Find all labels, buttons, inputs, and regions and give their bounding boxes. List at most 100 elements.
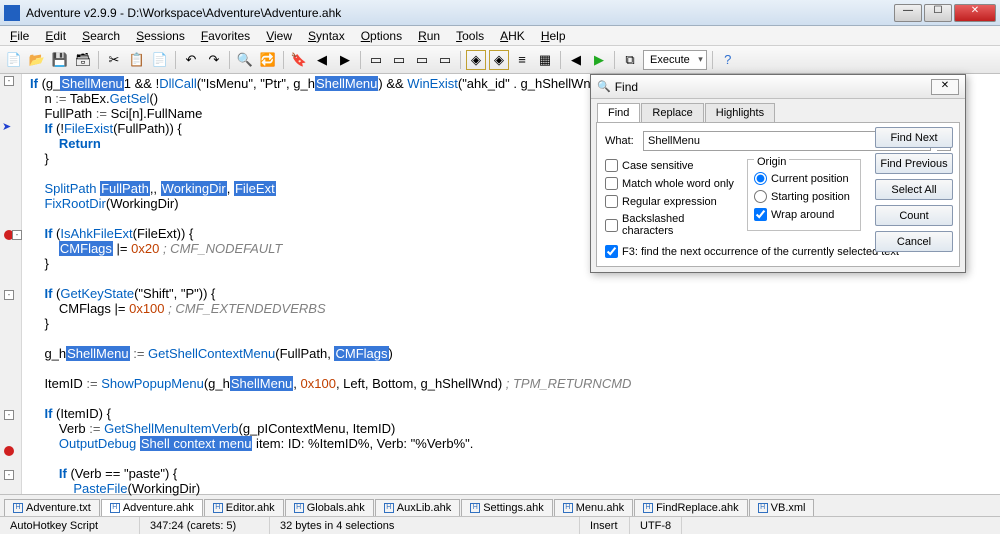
breakpoint-icon[interactable] [4, 446, 14, 456]
find-tab-find[interactable]: Find [597, 103, 640, 122]
replace-icon[interactable]: 🔁 [258, 50, 278, 70]
count-button[interactable]: Count [875, 205, 953, 226]
origin-label: Origin [754, 156, 789, 168]
fold-marker[interactable]: - [4, 410, 14, 420]
opt1-icon[interactable]: ◈ [466, 50, 486, 70]
save-icon[interactable]: 💾 [50, 50, 70, 70]
cancel-button[interactable]: Cancel [875, 231, 953, 252]
opt2-icon[interactable]: ◈ [489, 50, 509, 70]
file-icon: H [13, 503, 23, 513]
execute-combo[interactable]: Execute [643, 50, 707, 70]
open-icon[interactable]: 📂 [27, 50, 47, 70]
doc-tab[interactable]: HAuxLib.ahk [375, 499, 460, 516]
wrap-around-checkbox[interactable]: Wrap around [754, 208, 854, 221]
find-tab-highlights[interactable]: Highlights [705, 103, 775, 122]
new-file-icon[interactable]: 📄 [4, 50, 24, 70]
backslash-checkbox[interactable]: Backslashed characters [605, 213, 737, 237]
starting-position-radio[interactable]: Starting position [754, 190, 854, 203]
file-icon: H [563, 503, 573, 513]
statusbar: AutoHotkey Script 347:24 (carets: 5) 32 … [0, 516, 1000, 534]
cut-icon[interactable]: ✂ [104, 50, 124, 70]
opt4-icon[interactable]: ▦ [535, 50, 555, 70]
status-position: 347:24 (carets: 5) [140, 517, 270, 534]
menu-sessions[interactable]: Sessions [128, 27, 193, 45]
fold-marker[interactable]: - [4, 76, 14, 86]
undo-icon[interactable]: ↶ [181, 50, 201, 70]
menu-favorites[interactable]: Favorites [193, 27, 258, 45]
menu-syntax[interactable]: Syntax [300, 27, 353, 45]
current-position-radio[interactable]: Current position [754, 172, 854, 185]
find-next-button[interactable]: Find Next [875, 127, 953, 148]
marker-arrow-icon: ➤ [2, 120, 11, 133]
select-all-button[interactable]: Select All [875, 179, 953, 200]
separator [712, 51, 713, 69]
minimize-button[interactable]: — [894, 4, 922, 22]
file-icon: H [758, 503, 768, 513]
fold-marker[interactable]: - [12, 230, 22, 240]
panel2-icon[interactable]: ▭ [389, 50, 409, 70]
app-icon [4, 5, 20, 21]
what-label: What: [605, 135, 637, 147]
run-icon[interactable]: ▶ [589, 50, 609, 70]
find-icon: 🔍 [597, 80, 611, 93]
menu-help[interactable]: Help [533, 27, 574, 45]
execute-icon[interactable]: ⧉ [620, 50, 640, 70]
find-previous-button[interactable]: Find Previous [875, 153, 953, 174]
gutter[interactable]: - ➤ - - - - [0, 74, 22, 494]
menu-tools[interactable]: Tools [448, 27, 492, 45]
find-buttons: Find Next Find Previous Select All Count… [875, 127, 953, 252]
doc-tab[interactable]: HFindReplace.ahk [634, 499, 748, 516]
file-icon: H [470, 503, 480, 513]
opt3-icon[interactable]: ≡ [512, 50, 532, 70]
separator [98, 51, 99, 69]
panel4-icon[interactable]: ▭ [435, 50, 455, 70]
menu-search[interactable]: Search [74, 27, 128, 45]
help-icon[interactable]: ? [718, 50, 738, 70]
toolbar: 📄 📂 💾 🗃 ✂ 📋 📄 ↶ ↷ 🔍 🔁 🔖 ◀ ▶ ▭ ▭ ▭ ▭ ◈ ◈ … [0, 46, 1000, 74]
file-icon: H [294, 503, 304, 513]
regex-checkbox[interactable]: Regular expression [605, 195, 737, 208]
menu-view[interactable]: View [258, 27, 300, 45]
find-titlebar[interactable]: 🔍 Find ✕ [591, 75, 965, 99]
find-icon[interactable]: 🔍 [235, 50, 255, 70]
doc-tab[interactable]: HVB.xml [749, 499, 815, 516]
separator [229, 51, 230, 69]
file-icon: H [643, 503, 653, 513]
separator [460, 51, 461, 69]
copy-icon[interactable]: 📋 [127, 50, 147, 70]
find-tab-replace[interactable]: Replace [641, 103, 703, 122]
close-button[interactable]: ✕ [954, 4, 996, 22]
panel1-icon[interactable]: ▭ [366, 50, 386, 70]
doc-tab[interactable]: HMenu.ahk [554, 499, 633, 516]
bookmark-icon[interactable]: 🔖 [289, 50, 309, 70]
menu-edit[interactable]: Edit [37, 27, 74, 45]
save-all-icon[interactable]: 🗃 [73, 50, 93, 70]
menu-ahk[interactable]: AHK [492, 27, 533, 45]
document-tabs: HAdventure.txtHAdventure.ahkHEditor.ahkH… [0, 494, 1000, 516]
prev-bookmark-icon[interactable]: ◀ [312, 50, 332, 70]
doc-tab[interactable]: HSettings.ahk [461, 499, 553, 516]
back-icon[interactable]: ◀ [566, 50, 586, 70]
redo-icon[interactable]: ↷ [204, 50, 224, 70]
doc-tab[interactable]: HEditor.ahk [204, 499, 284, 516]
separator [360, 51, 361, 69]
find-close-button[interactable]: ✕ [931, 79, 959, 95]
panel3-icon[interactable]: ▭ [412, 50, 432, 70]
fold-marker[interactable]: - [4, 470, 14, 480]
menu-file[interactable]: File [2, 27, 37, 45]
maximize-button[interactable]: ☐ [924, 4, 952, 22]
status-language: AutoHotkey Script [0, 517, 140, 534]
doc-tab[interactable]: HGlobals.ahk [285, 499, 374, 516]
fold-marker[interactable]: - [4, 290, 14, 300]
window-titlebar: Adventure v2.9.9 - D:\Workspace\Adventur… [0, 0, 1000, 26]
next-bookmark-icon[interactable]: ▶ [335, 50, 355, 70]
menu-options[interactable]: Options [353, 27, 410, 45]
status-selection: 32 bytes in 4 selections [270, 517, 580, 534]
doc-tab[interactable]: HAdventure.ahk [101, 499, 203, 516]
case-sensitive-checkbox[interactable]: Case sensitive [605, 159, 737, 172]
code-editor[interactable]: If (g_ShellMenu1 && !DllCall("IsMenu", "… [22, 74, 639, 494]
menu-run[interactable]: Run [410, 27, 448, 45]
paste-icon[interactable]: 📄 [150, 50, 170, 70]
doc-tab[interactable]: HAdventure.txt [4, 499, 100, 516]
whole-word-checkbox[interactable]: Match whole word only [605, 177, 737, 190]
